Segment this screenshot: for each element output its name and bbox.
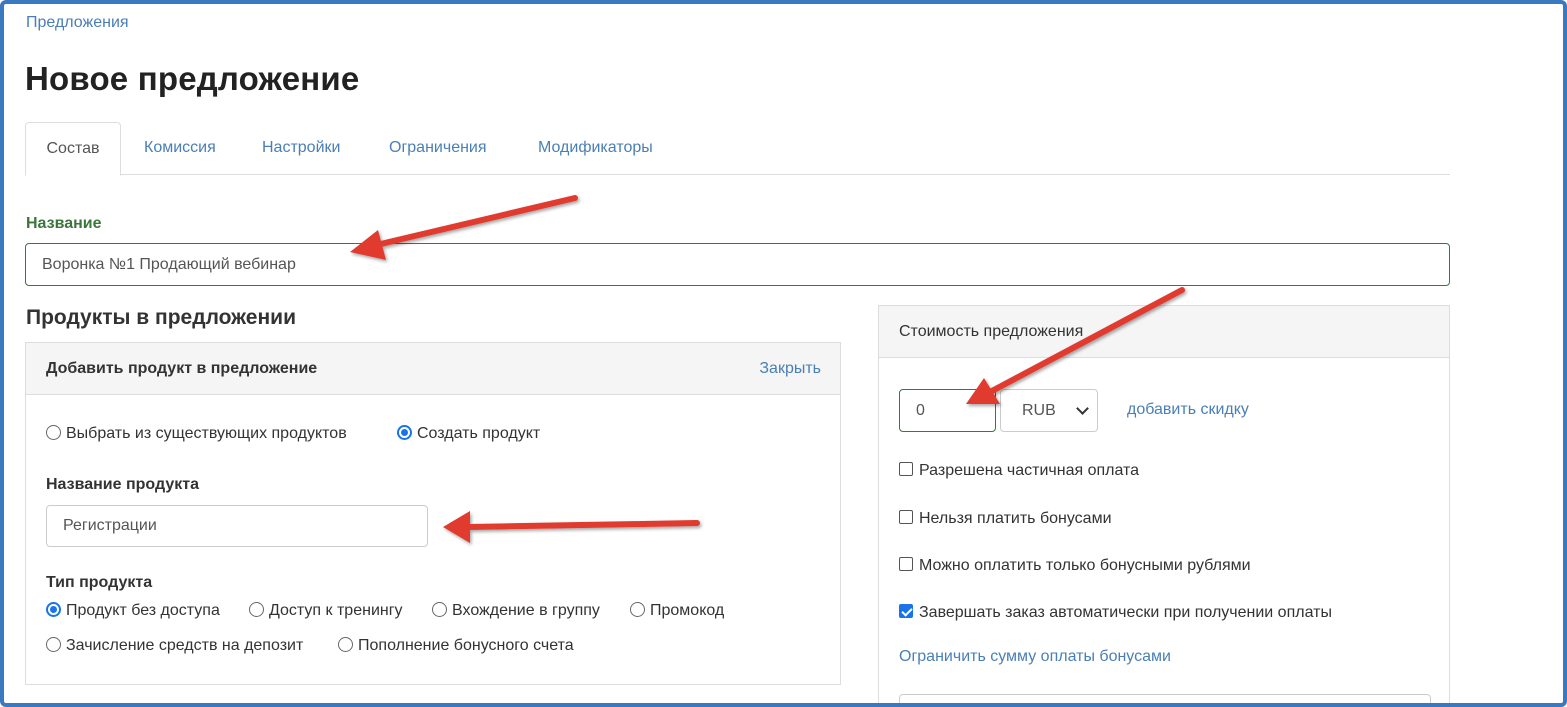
tab-bar: Состав Комиссия Настройки Ограничения Мо… — [25, 122, 1450, 176]
checkbox-label: Разрешена частичная оплата — [919, 462, 1140, 479]
radio-circle[interactable] — [338, 637, 353, 652]
radio-circle[interactable] — [249, 602, 264, 617]
radio-type-training-access[interactable]: Доступ к тренингу — [249, 602, 403, 620]
radio-label: Промокод — [650, 602, 725, 619]
checkbox-no-bonus-payment[interactable]: Нельзя платить бонусами — [899, 510, 1112, 528]
radio-circle[interactable] — [630, 602, 645, 617]
radio-label: Создать продукт — [417, 425, 541, 442]
radio-type-promocode[interactable]: Промокод — [630, 602, 724, 620]
radio-circle[interactable] — [46, 637, 61, 652]
page-title: Новое предложение — [25, 60, 360, 97]
radio-type-deposit[interactable]: Зачисление средств на депозит — [46, 637, 303, 655]
tab-commission[interactable]: Комиссия — [144, 122, 216, 175]
radio-circle[interactable] — [432, 602, 447, 617]
radio-label: Выбрать из существующих продуктов — [66, 425, 347, 442]
next-field-stub[interactable] — [899, 694, 1431, 707]
add-product-panel-title: Добавить продукт в предложение — [46, 360, 318, 377]
radio-create-product[interactable]: Создать продукт — [397, 425, 540, 443]
radio-circle[interactable] — [46, 602, 61, 617]
add-product-panel: Добавить продукт в предложение Закрыть В… — [25, 342, 841, 685]
radio-choose-existing[interactable]: Выбрать из существующих продуктов — [46, 425, 347, 443]
checkbox-bonus-only[interactable]: Можно оплатить только бонусными рублями — [899, 557, 1251, 575]
add-product-panel-header: Добавить продукт в предложение Закрыть — [26, 343, 840, 395]
checkbox-label: Нельзя платить бонусами — [919, 510, 1112, 527]
chevron-down-icon — [1076, 402, 1089, 415]
products-section-title: Продукты в предложении — [26, 306, 296, 329]
checkbox-label: Завершать заказ автоматически при получе… — [919, 604, 1332, 621]
radio-type-bonus-topup[interactable]: Пополнение бонусного счета — [338, 637, 574, 655]
radio-circle[interactable] — [46, 425, 61, 440]
radio-label: Продукт без доступа — [66, 602, 220, 619]
checkbox-box[interactable] — [899, 604, 913, 618]
breadcrumb-offers-link[interactable]: Предложения — [26, 14, 129, 32]
checkbox-label: Можно оплатить только бонусными рублями — [919, 557, 1251, 574]
offer-name-label: Название — [26, 215, 102, 232]
checkbox-box[interactable] — [899, 462, 913, 476]
offer-name-input[interactable]: Воронка №1 Продающий вебинар — [25, 243, 1450, 286]
radio-type-group-entry[interactable]: Вхождение в группу — [432, 602, 600, 620]
product-name-label: Название продукта — [46, 476, 199, 493]
checkbox-auto-complete-order[interactable]: Завершать заказ автоматически при получе… — [899, 604, 1332, 622]
tab-restrictions[interactable]: Ограничения — [389, 122, 487, 175]
price-input[interactable]: 0 — [899, 389, 996, 432]
product-type-label: Тип продукта — [46, 574, 153, 591]
radio-circle[interactable] — [397, 425, 412, 440]
price-panel-title: Стоимость предложения — [899, 323, 1084, 340]
checkbox-box[interactable] — [899, 510, 913, 524]
radio-label: Зачисление средств на депозит — [66, 637, 304, 654]
radio-type-no-access[interactable]: Продукт без доступа — [46, 602, 220, 620]
checkbox-partial-payment[interactable]: Разрешена частичная оплата — [899, 462, 1139, 480]
price-panel-header: Стоимость предложения — [879, 306, 1449, 358]
currency-select[interactable]: RUB — [1000, 389, 1098, 432]
currency-value: RUB — [1022, 402, 1056, 419]
tab-settings[interactable]: Настройки — [262, 122, 340, 175]
tab-composition[interactable]: Состав — [25, 122, 121, 176]
checkbox-box[interactable] — [899, 557, 913, 571]
add-discount-link[interactable]: добавить скидку — [1127, 401, 1249, 419]
radio-label: Пополнение бонусного счета — [358, 637, 574, 654]
tab-modifiers[interactable]: Модификаторы — [538, 122, 653, 175]
price-panel: Стоимость предложения 0 RUB добавить ски… — [878, 305, 1450, 707]
radio-label: Вхождение в группу — [452, 602, 600, 619]
close-link[interactable]: Закрыть — [759, 360, 821, 378]
product-name-input[interactable]: Регистрации — [46, 505, 428, 547]
radio-label: Доступ к тренингу — [269, 602, 403, 619]
limit-bonus-payment-link[interactable]: Ограничить сумму оплаты бонусами — [899, 648, 1171, 666]
